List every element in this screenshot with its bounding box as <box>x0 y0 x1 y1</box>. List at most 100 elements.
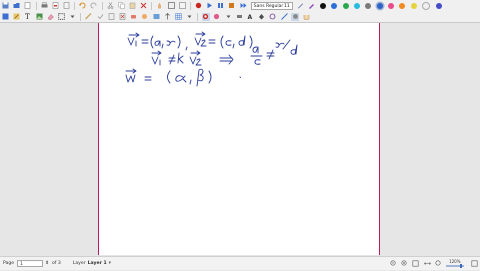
ink-letter-v <box>127 37 135 46</box>
vertical-space-icon[interactable] <box>163 13 171 21</box>
ink-letter-v <box>189 56 197 65</box>
new-icon[interactable] <box>24 2 32 10</box>
status-right-controls: 120% <box>388 257 480 271</box>
grid-icon[interactable] <box>174 13 182 21</box>
insert-page-icon[interactable] <box>107 13 115 21</box>
ink-close-paren <box>208 70 212 84</box>
fullscreen-icon[interactable] <box>167 2 175 10</box>
color-swatch[interactable] <box>435 2 442 9</box>
image-insert-icon[interactable] <box>152 13 160 21</box>
dropdown-arrow-icon[interactable] <box>224 13 232 21</box>
color-swatch[interactable] <box>399 2 406 9</box>
ruler-tool-icon[interactable] <box>280 13 288 21</box>
zoom-control[interactable]: 120% <box>444 260 466 268</box>
copy-icon[interactable] <box>117 2 125 10</box>
color-swatch[interactable] <box>422 1 431 10</box>
pause-icon[interactable] <box>217 2 225 10</box>
stop-icon[interactable] <box>228 2 236 10</box>
ink-comma <box>232 43 235 49</box>
ink-implies <box>219 54 234 65</box>
layer-dropdown-icon[interactable]: ▾ <box>109 261 111 266</box>
color-swatch[interactable] <box>342 2 349 9</box>
next-page-icon[interactable] <box>239 2 247 10</box>
pen-tool-icon[interactable] <box>296 2 304 10</box>
open-icon[interactable] <box>13 2 21 10</box>
close-doc-icon[interactable] <box>63 2 71 10</box>
eraser-icon[interactable] <box>46 13 54 21</box>
color-swatch[interactable] <box>376 2 383 9</box>
fill-icon[interactable] <box>258 13 266 21</box>
hand-icon[interactable] <box>302 13 310 21</box>
ruler-icon[interactable] <box>85 13 93 21</box>
paste-icon[interactable] <box>128 2 136 10</box>
color-swatch[interactable] <box>388 2 395 9</box>
shapes-icon[interactable] <box>13 13 21 21</box>
undo-icon[interactable] <box>79 2 87 10</box>
zoom-out-icon[interactable] <box>389 260 397 268</box>
fullscreen-toggle-icon[interactable] <box>470 260 478 268</box>
ink-letter-x <box>166 40 176 46</box>
highlighter-icon[interactable] <box>308 2 316 10</box>
color-swatch[interactable] <box>365 2 372 9</box>
color-swatch[interactable] <box>353 2 360 9</box>
redo-icon[interactable] <box>90 2 98 10</box>
page-stepper-icon[interactable]: ⬍ <box>45 261 49 266</box>
delete-icon[interactable] <box>140 2 148 10</box>
font-name: Sans Regular <box>253 3 284 9</box>
layer-selector[interactable]: Layer 1 <box>88 261 107 266</box>
ink-open-paren <box>150 35 154 49</box>
cut-icon[interactable] <box>106 2 114 10</box>
ink-fraction-slash <box>282 39 291 50</box>
font-size: 11 <box>284 3 290 9</box>
font-selector[interactable]: Sans Regular 11 <box>250 1 293 10</box>
shape-recognizer-icon[interactable] <box>269 13 277 21</box>
svg-text:T: T <box>25 13 30 20</box>
delete-page-icon[interactable] <box>118 13 126 21</box>
vector-arrow-stroke <box>195 31 206 37</box>
play-icon[interactable] <box>206 2 214 10</box>
ink-letter-x <box>275 42 285 48</box>
color-palette <box>317 1 444 10</box>
ink-not-equal <box>168 54 176 65</box>
tools-toolbar: T A <box>0 11 480 23</box>
eraser-small-icon[interactable] <box>235 13 243 21</box>
image-tool-icon[interactable] <box>35 13 43 21</box>
zoom-in-icon[interactable] <box>401 260 409 268</box>
vector-arrow-stroke <box>128 32 140 38</box>
save-icon[interactable] <box>2 2 10 10</box>
ink-letter-beta <box>196 68 204 87</box>
pen-icon[interactable] <box>201 12 210 21</box>
hand-tool-icon[interactable] <box>156 2 164 10</box>
page[interactable] <box>98 23 380 255</box>
document-canvas[interactable] <box>0 23 480 255</box>
record-icon[interactable] <box>194 2 202 10</box>
eraser-tool-icon[interactable] <box>130 13 138 21</box>
print-icon[interactable] <box>40 2 48 10</box>
vector-arrow-stroke <box>190 50 201 56</box>
zoom-100-icon[interactable] <box>434 260 442 268</box>
color-swatch[interactable] <box>331 2 338 9</box>
color-swatch[interactable] <box>410 2 417 9</box>
dropdown-arrow-icon[interactable] <box>69 13 77 21</box>
zoom-slider[interactable] <box>445 264 464 268</box>
highlight-tool-icon[interactable] <box>213 13 221 21</box>
ink-equals <box>144 76 152 81</box>
export-pdf-icon[interactable] <box>51 2 59 10</box>
text-icon[interactable]: A <box>247 13 255 21</box>
layer-icon[interactable] <box>2 13 10 21</box>
color-swatch[interactable] <box>319 2 326 9</box>
select-rect-icon[interactable] <box>58 13 66 21</box>
grab-icon[interactable] <box>141 13 149 21</box>
check-icon[interactable] <box>96 13 104 21</box>
ink-comma <box>161 43 164 49</box>
page-number-input[interactable]: 1 <box>17 260 44 267</box>
zoom-fit-icon[interactable] <box>412 260 420 268</box>
ink-subscript-2 <box>195 58 202 66</box>
layer-label: Layer <box>72 261 86 266</box>
text-tool-icon[interactable]: T <box>24 13 32 21</box>
svg-text:A: A <box>248 14 253 20</box>
default-tool-icon[interactable] <box>291 12 300 21</box>
dropdown-arrow-icon[interactable] <box>186 13 194 21</box>
pages-icon[interactable] <box>178 2 186 10</box>
zoom-width-icon[interactable] <box>423 260 431 268</box>
